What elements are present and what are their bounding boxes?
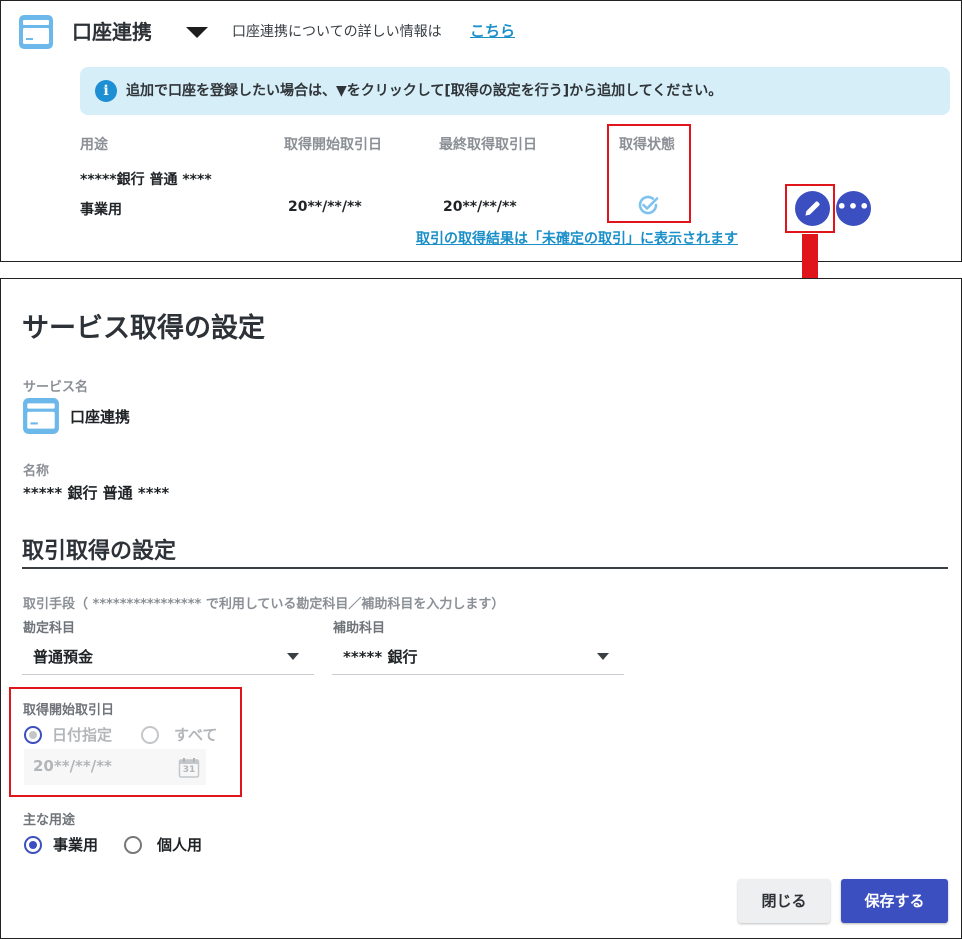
account-dropdown-caret-icon[interactable] [287, 653, 299, 660]
more-options-button[interactable]: ••• [836, 191, 871, 226]
usage-label: 主な用途 [23, 813, 76, 828]
section-divider [22, 567, 948, 569]
column-header-start-date: 取得開始取引日 [284, 137, 382, 153]
service-menu-caret-icon[interactable] [186, 27, 208, 38]
row-start-date: 20**/**/** [288, 199, 362, 215]
details-link[interactable]: こちら [470, 20, 515, 41]
info-message: 追加で口座を登録したい場合は、▼をクリックして[取得の設定を行う]から追加してく… [126, 83, 723, 99]
account-select-underline [22, 674, 314, 675]
info-icon: i [95, 80, 117, 102]
name-label: 名称 [23, 464, 50, 479]
column-header-usage: 用途 [80, 137, 108, 153]
red-arrow-shaft [802, 234, 818, 282]
bank-card-icon [19, 15, 53, 49]
dialog-title: サービス取得の設定 [22, 313, 265, 344]
unconfirmed-transactions-link[interactable]: 取引の取得結果は「未確定の取引」に表示されます [416, 228, 738, 248]
sub-account-label: 補助科目 [333, 621, 386, 636]
bank-card-icon [23, 398, 59, 434]
row-usage: 事業用 [80, 202, 122, 218]
radio-date-specify[interactable] [24, 726, 42, 744]
calendar-day: 31 [182, 765, 196, 775]
pencil-icon [805, 201, 820, 216]
start-date-value: 20**/**/** [33, 757, 112, 775]
sub-account-select-underline [332, 674, 624, 675]
service-description: 口座連携についての詳しい情報は [232, 24, 442, 40]
column-header-last-date: 最終取得取引日 [439, 137, 537, 153]
sub-account-dropdown-caret-icon[interactable] [597, 653, 609, 660]
account-label: 勘定科目 [23, 621, 76, 636]
service-title: 口座連携 [72, 20, 152, 44]
radio-business-label: 事業用 [53, 836, 99, 854]
start-date-label: 取得開始取引日 [23, 703, 115, 718]
radio-personal[interactable] [124, 836, 142, 854]
name-value: ***** 銀行 普通 **** [23, 484, 170, 502]
method-note: 取引手段（ **************** で利用している勘定科目／補助科目を… [23, 597, 505, 612]
check-circle-icon [638, 195, 659, 215]
edit-button[interactable] [795, 191, 830, 226]
save-button[interactable]: 保存する [841, 879, 948, 923]
sub-account-select-value[interactable]: ***** 銀行 [343, 646, 417, 667]
radio-all-label: すべて [174, 726, 218, 744]
radio-business[interactable] [24, 836, 42, 854]
row-last-date: 20**/**/** [443, 199, 517, 215]
calendar-icon[interactable]: 31 [178, 757, 200, 779]
service-name-label: サービス名 [23, 380, 89, 395]
radio-personal-label: 個人用 [157, 836, 203, 854]
radio-date-specify-label: 日付指定 [52, 726, 113, 744]
close-button[interactable]: 閉じる [738, 879, 830, 923]
radio-all[interactable] [141, 726, 159, 744]
account-name: *****銀行 普通 **** [80, 172, 212, 188]
section-title: 取引取得の設定 [22, 539, 177, 564]
account-select-value[interactable]: 普通預金 [33, 646, 93, 667]
service-name-value: 口座連携 [70, 408, 131, 426]
